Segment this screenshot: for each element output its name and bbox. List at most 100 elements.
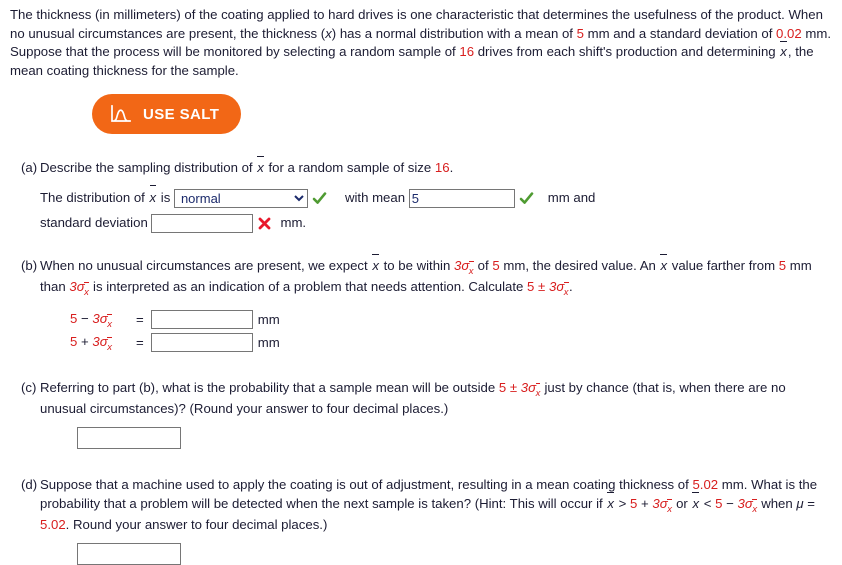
part-c-prompt: Referring to part (b), what is the proba… xyxy=(40,378,832,418)
lower-limit-row: 5 − 3σx = mm xyxy=(70,308,832,331)
sigma-subscript-xbar: x xyxy=(535,383,540,403)
question-part-b: (b) When no unusual circumstances are pr… xyxy=(8,253,834,354)
part-d-label: (d) xyxy=(21,477,38,493)
x-bar-symbol: x xyxy=(779,40,788,62)
sigma-xbar-symbol: σx xyxy=(100,332,113,353)
part-d-answer-input[interactable] xyxy=(77,543,181,565)
equals-sign: = xyxy=(803,496,815,512)
part-a-size-value: 16 xyxy=(434,160,450,176)
x-bar-symbol: x xyxy=(692,491,700,512)
upper-limit-input[interactable] xyxy=(150,333,253,353)
mean-input[interactable] xyxy=(408,189,515,209)
part-d-thickness-value: 5.02 xyxy=(692,477,719,493)
sigma-subscript-xbar: x xyxy=(107,337,112,357)
with-mean-label: with mean xyxy=(344,190,406,206)
plus-operator: + xyxy=(77,334,93,350)
part-b-text-8: . xyxy=(569,279,573,295)
intro-sample-size: 16 xyxy=(459,44,475,60)
upper-limit-expression: 5 + 3σx xyxy=(70,332,134,353)
part-c-label: (c) xyxy=(21,380,37,396)
standard-deviation-input[interactable] xyxy=(151,214,254,234)
sigma-xbar-symbol: σx xyxy=(528,378,541,399)
part-b-five-1: 5 xyxy=(492,258,500,274)
plus-operator: + xyxy=(637,496,653,512)
mm-period-label: mm. xyxy=(280,215,307,231)
three-sigma-expression: 3σx xyxy=(737,496,757,515)
part-a-line-1: The distribution of x is normal with mean… xyxy=(40,184,832,209)
three-sigma-expression: 3σx xyxy=(652,496,672,515)
intro-text-5: drives from each shift's production and … xyxy=(474,44,780,60)
check-icon xyxy=(519,191,534,206)
coefficient-three: 3 xyxy=(453,258,462,274)
x-bar-symbol: x xyxy=(660,253,668,274)
x-bar-symbol: x xyxy=(257,155,264,176)
sigma-xbar-symbol: σx xyxy=(461,256,474,277)
check-icon xyxy=(312,191,327,206)
coefficient-three: 3 xyxy=(652,496,660,512)
part-a-text-2: for a random sample of size xyxy=(264,160,435,176)
part-c-answer-input[interactable] xyxy=(77,427,181,450)
variable-x: x xyxy=(325,25,332,41)
sigma-subscript-xbar: x xyxy=(752,499,757,519)
three-sigma-expression: 3σx xyxy=(453,258,474,277)
sigma-xbar-symbol: σx xyxy=(77,277,90,298)
part-a-answer-area: The distribution of x is normal with mean… xyxy=(40,184,832,234)
standard-deviation-label: standard deviation xyxy=(40,215,148,231)
use-salt-label: USE SALT xyxy=(143,105,220,123)
distribution-prefix-label: The distribution of xyxy=(40,190,149,206)
sigma-subscript-xbar: x xyxy=(563,282,569,302)
intro-mean-value: 5 xyxy=(576,25,584,41)
intro-text-2: ) has a normal distribution with a mean … xyxy=(331,25,577,41)
coefficient-three: 3 xyxy=(737,496,745,512)
part-a-text-1: Describe the sampling distribution of xyxy=(40,160,257,176)
sigma-xbar-symbol: σx xyxy=(556,277,569,298)
normal-distribution-curve-icon xyxy=(110,104,132,124)
part-a-label: (a) xyxy=(21,160,38,176)
mm-and-label: mm and xyxy=(547,190,596,206)
part-b-answer-area: 5 − 3σx = mm 5 + 3σx = mm xyxy=(40,308,832,354)
distribution-type-select[interactable]: normal xyxy=(173,189,308,209)
mm-unit-label: mm xyxy=(257,312,280,328)
part-b-text-1: When no unusual circumstances are presen… xyxy=(40,258,372,274)
part-c-answer-area xyxy=(77,427,832,450)
part-d-prompt: Suppose that a machine used to apply the… xyxy=(40,475,832,534)
minus-operator: − xyxy=(77,311,93,327)
part-d-text-4: or xyxy=(672,496,692,512)
part-d-text-1: Suppose that a machine used to apply the… xyxy=(40,477,693,493)
plus-minus-sign: ± xyxy=(534,279,549,295)
mu-symbol: μ xyxy=(796,496,804,512)
part-d-text-5: < xyxy=(700,496,716,512)
minus-operator: − xyxy=(722,496,738,512)
part-a-prompt: Describe the sampling distribution of x … xyxy=(40,155,832,177)
part-b-text-2: to be within xyxy=(379,258,454,274)
part-a-body: Describe the sampling distribution of x … xyxy=(40,155,832,234)
part-b-five-2: 5 xyxy=(778,258,787,274)
coefficient-three: 3 xyxy=(92,334,100,350)
three-sigma-expression: 3σx xyxy=(92,334,112,353)
part-c-body: Referring to part (b), what is the proba… xyxy=(40,378,832,450)
three-sigma-expression: 3σx xyxy=(548,279,569,298)
cross-icon xyxy=(257,216,272,231)
part-d-text-6: when xyxy=(757,496,797,512)
question-part-a: (a) Describe the sampling distribution o… xyxy=(8,155,834,234)
lower-limit-input[interactable] xyxy=(150,310,253,330)
equals-sign: = xyxy=(136,335,144,351)
three-sigma-expression: 3σx xyxy=(69,279,89,298)
part-d-text-3: > xyxy=(614,496,630,512)
part-b-prompt: When no unusual circumstances are presen… xyxy=(40,253,832,298)
coefficient-three: 3 xyxy=(548,279,557,295)
part-a-text-3: . xyxy=(449,160,454,176)
use-salt-button[interactable]: USE SALT xyxy=(92,94,242,135)
part-b-text-4: mm, the desired value. An xyxy=(499,258,660,274)
three-sigma-expression: 3σx xyxy=(521,380,541,399)
distribution-is-label: is xyxy=(157,190,171,206)
x-bar-symbol: x xyxy=(149,184,158,209)
part-d-mu-value: 5.02 xyxy=(40,517,66,533)
part-b-text-7: is interpreted as an indication of a pro… xyxy=(89,279,528,295)
intro-text-3: mm and a standard deviation of xyxy=(583,25,777,41)
sigma-subscript-xbar: x xyxy=(84,282,89,302)
part-d-text-7: . Round your answer to four decimal plac… xyxy=(65,517,328,533)
intro-sd-value: 0.02 xyxy=(776,25,802,41)
salt-button-container: USE SALT xyxy=(92,94,834,135)
coefficient-three: 3 xyxy=(92,311,100,327)
